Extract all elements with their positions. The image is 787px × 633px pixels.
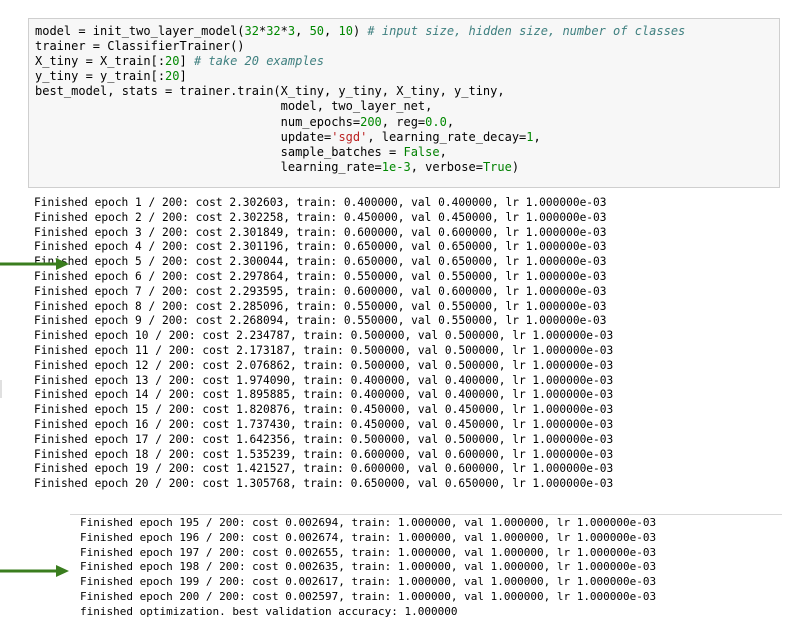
output-line: Finished epoch 198 / 200: cost 0.002635,… — [80, 560, 657, 574]
code-token: ) — [511, 159, 520, 174]
output-line: Finished epoch 20 / 200: cost 1.305768, … — [34, 477, 614, 491]
code-line: update='sgd', learning_rate_decay=1, — [35, 130, 685, 145]
code-token: , reg= — [381, 114, 426, 129]
code-token: 200 — [360, 114, 382, 129]
output-line: Finished epoch 197 / 200: cost 0.002655,… — [80, 545, 657, 559]
code-token: y_tiny = y_train[: — [35, 69, 166, 84]
code-token: X_tiny = X_train[: — [35, 54, 166, 69]
code-cell[interactable]: model = init_two_layer_model(32*32*3, 50… — [28, 18, 780, 188]
code-token: 1 — [526, 129, 534, 144]
output-line: Finished epoch 13 / 200: cost 1.974090, … — [34, 373, 614, 387]
code-token: best_model, stats = trainer.train(X_tiny… — [35, 84, 505, 99]
code-token: False — [403, 144, 440, 159]
code-line: X_tiny = X_train[:20] # take 20 examples — [35, 54, 685, 69]
output-line: Finished epoch 2 / 200: cost 2.302258, t… — [34, 210, 607, 224]
code-token: 0.0 — [425, 114, 447, 129]
code-token: 'sgd' — [331, 129, 368, 144]
arrow-right-icon — [0, 258, 69, 270]
code-token: ) — [352, 24, 368, 38]
output-line: Finished epoch 8 / 200: cost 2.285096, t… — [34, 299, 607, 313]
output-line: Finished epoch 6 / 200: cost 2.297864, t… — [34, 270, 607, 283]
code-token: ] — [179, 54, 194, 69]
output-line: Finished epoch 7 / 200: cost 2.293595, t… — [34, 284, 607, 298]
code-line: learning_rate=1e-3, verbose=True) — [35, 160, 685, 175]
output-line: Finished epoch 196 / 200: cost 0.002674,… — [80, 530, 657, 544]
code-token: , verbose= — [410, 159, 483, 174]
code-line: trainer = ClassifierTrainer() — [35, 39, 685, 54]
output-line: Finished epoch 199 / 200: cost 0.002617,… — [80, 575, 657, 589]
output-line: Finished epoch 4 / 200: cost 2.301196, t… — [34, 240, 607, 254]
code-lines: model = init_two_layer_model(32*32*3, 50… — [35, 24, 685, 175]
output-line: Finished epoch 15 / 200: cost 1.820876, … — [34, 403, 614, 417]
code-token: 1e-3 — [381, 159, 411, 174]
output-line: Finished epoch 5 / 200: cost 2.300044, t… — [34, 255, 607, 269]
code-token: model, two_layer_net, — [35, 99, 433, 114]
code-token: * — [280, 24, 288, 38]
output-line: Finished epoch 16 / 200: cost 1.737430, … — [34, 418, 614, 431]
output-line: finished optimization. best validation a… — [80, 604, 458, 618]
output-line: Finished epoch 200 / 200: cost 0.002597,… — [80, 590, 657, 603]
code-line: y_tiny = y_train[:20] — [35, 69, 685, 84]
output-line: Finished epoch 3 / 200: cost 2.301849, t… — [34, 225, 607, 239]
code-token: trainer = ClassifierTrainer() — [35, 39, 245, 54]
code-token: True — [482, 159, 512, 174]
code-token: , — [324, 24, 339, 38]
code-token: 10 — [338, 24, 353, 38]
code-line: num_epochs=200, reg=0.0, — [35, 115, 685, 130]
output-line: Finished epoch 17 / 200: cost 1.642356, … — [34, 432, 614, 446]
code-token: update= — [35, 129, 332, 144]
output-line: Finished epoch 12 / 200: cost 2.076862, … — [34, 358, 614, 372]
code-token: model = init_two_layer_model( — [35, 24, 245, 38]
code-line: best_model, stats = trainer.train(X_tiny… — [35, 84, 685, 99]
code-token: learning_rate= — [35, 159, 382, 174]
code-token: 20 — [165, 69, 180, 84]
output-line: Finished epoch 9 / 200: cost 2.268094, t… — [34, 314, 607, 328]
output-line: Finished epoch 14 / 200: cost 1.895885, … — [34, 388, 614, 402]
code-token: , learning_rate_decay= — [367, 129, 527, 144]
code-token: sample_batches = — [35, 144, 404, 159]
arrow-right-icon — [0, 565, 69, 577]
output-area-bottom: Finished epoch 195 / 200: cost 0.002694,… — [70, 514, 782, 633]
scroll-indicator — [0, 380, 2, 398]
output-area-top: Finished epoch 1 / 200: cost 2.302603, t… — [28, 196, 780, 510]
code-line: model, two_layer_net, — [35, 99, 685, 114]
output-line: Finished epoch 195 / 200: cost 0.002694,… — [80, 516, 657, 529]
output-line: Finished epoch 18 / 200: cost 1.535239, … — [34, 447, 614, 461]
code-token: , — [439, 144, 447, 159]
code-token: # take 20 examples — [193, 54, 324, 69]
code-token: 32 — [244, 24, 259, 38]
code-token: num_epochs= — [35, 114, 361, 129]
code-line: model = init_two_layer_model(32*32*3, 50… — [35, 24, 685, 39]
output-line: Finished epoch 10 / 200: cost 2.234787, … — [34, 329, 614, 343]
code-token: 20 — [165, 54, 180, 69]
code-token: , — [446, 114, 455, 129]
code-token: # input size, hidden size, number of cla… — [367, 24, 686, 38]
output-line: Finished epoch 1 / 200: cost 2.302603, t… — [34, 196, 607, 209]
code-token: ] — [179, 69, 187, 84]
output-line: Finished epoch 11 / 200: cost 2.173187, … — [34, 344, 614, 357]
code-token: , — [533, 129, 541, 144]
code-token: 32 — [266, 24, 281, 38]
code-token: , — [295, 24, 310, 38]
code-token: 50 — [309, 24, 325, 38]
code-line: sample_batches = False, — [35, 145, 685, 160]
output-line: Finished epoch 19 / 200: cost 1.421527, … — [34, 462, 614, 476]
